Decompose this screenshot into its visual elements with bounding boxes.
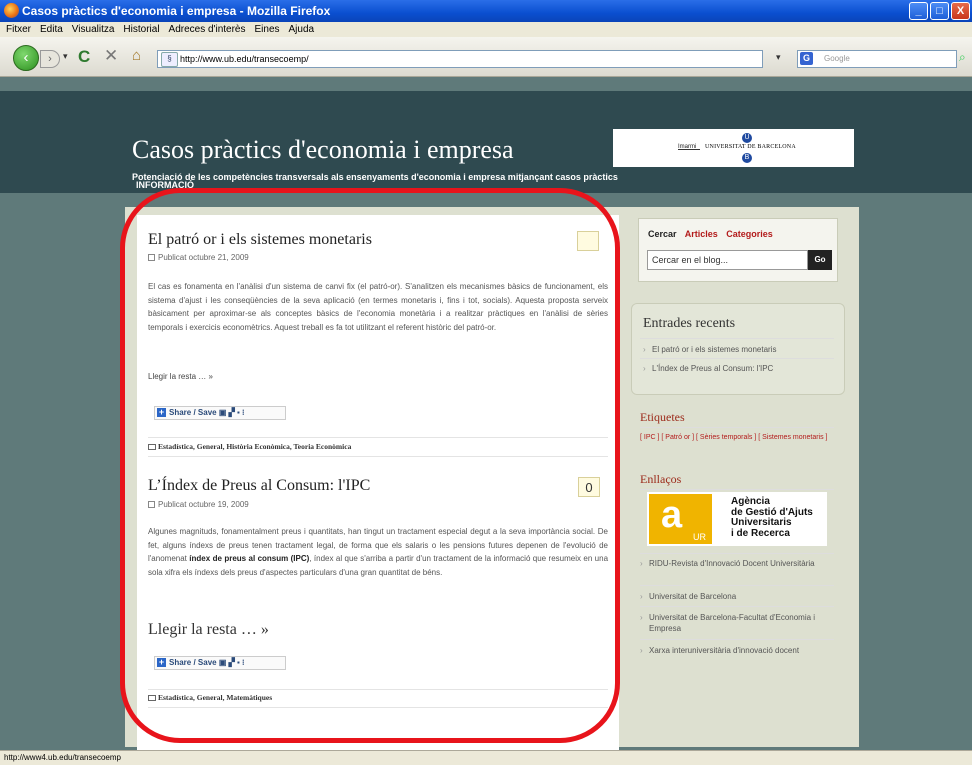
menu-fitxer[interactable]: Fitxer: [4, 22, 38, 37]
firefox-icon: [4, 3, 19, 18]
blog-search-go-button[interactable]: Go: [808, 250, 832, 270]
share-save-button[interactable]: Share / Save ▣ ▞ ▪ ⁝: [154, 656, 286, 670]
forward-button[interactable]: ›: [40, 50, 60, 68]
agaur-logo-urs: UR: [693, 532, 706, 542]
minimize-button[interactable]: _: [909, 2, 928, 20]
tag-cloud[interactable]: [ IPC ] [ Patró or ] [ Sèries temporals …: [640, 433, 830, 442]
site-tagline: Potenciació de les competències transver…: [132, 172, 618, 182]
navigation-toolbar: ‹ › ▾ C ✕ ⌂ § http://www.ub.edu/transeco…: [0, 37, 972, 77]
window-title: Casos pràctics d'economia i empresa - Mo…: [22, 4, 331, 18]
share-label: Share / Save: [169, 658, 217, 667]
url-bar[interactable]: § http://www.ub.edu/transecoemp/ ☆: [157, 50, 919, 68]
menu-bar: Fitxer Edita Visualitza Historial Adrece…: [0, 22, 972, 37]
search-go-icon[interactable]: ⌕: [959, 50, 966, 65]
search-tabs: Cercar Articles Categories: [648, 229, 779, 239]
university-logo[interactable]: Imarmi UNIVERSITAT DE BARCELONA U B: [613, 129, 854, 167]
site-title[interactable]: Casos pràctics d'economia i empresa: [132, 135, 514, 165]
back-button[interactable]: ‹: [13, 45, 39, 71]
logo-text: UNIVERSITAT DE BARCELONA: [705, 144, 796, 150]
read-more-link[interactable]: Llegir la resta … »: [148, 621, 269, 639]
comments-count[interactable]: 0: [578, 477, 600, 497]
share-icons: ▣ ▞ ▪ ⁝: [218, 408, 245, 417]
search-input[interactable]: G Google: [797, 50, 957, 68]
share-save-button[interactable]: Share / Save ▣ ▞ ▪ ⁝: [154, 406, 286, 420]
agaur-logo-text: Agència de Gestió d'Ajuts Universitaris …: [731, 496, 813, 539]
share-label: Share / Save: [169, 408, 217, 417]
agaur-logo-icon: a UR: [649, 494, 712, 544]
menu-visualitza[interactable]: Visualitza: [70, 22, 122, 37]
sidebar-divider: [640, 427, 834, 428]
link-ub-facultat[interactable]: Universitat de Barcelona-Facultat d'Econ…: [640, 612, 829, 634]
tab-categories[interactable]: Categories: [726, 229, 773, 239]
agaur-line: i de Recerca: [731, 527, 790, 539]
sidebar-divider: [640, 606, 834, 607]
post-title[interactable]: El patró or i els sistemes monetaris: [148, 231, 372, 249]
logo-mark: Imarmi: [678, 144, 700, 150]
menu-ajuda[interactable]: Ajuda: [287, 22, 322, 37]
status-bar: http://www4.ub.edu/transecoemp: [0, 750, 972, 765]
menu-adreces[interactable]: Adreces d'interès: [167, 22, 253, 37]
post-excerpt: El cas es fonamenta en l'anàlisi d'un si…: [148, 282, 608, 332]
link-ub[interactable]: Universitat de Barcelona: [640, 591, 829, 602]
post-divider: [148, 689, 608, 690]
comments-count[interactable]: 0: [577, 231, 599, 251]
logo-u-icon: U: [742, 133, 752, 143]
history-dropdown-icon[interactable]: ▾: [63, 51, 68, 62]
sidebar-divider: [640, 585, 834, 586]
excerpt-bold: índex de preus al consum (IPC): [189, 554, 310, 564]
tags-heading: Etiquetes: [640, 410, 685, 424]
post-categories[interactable]: Estadística, General, Història Econòmica…: [148, 442, 351, 451]
share-icons: ▣ ▞ ▪ ⁝: [218, 658, 245, 667]
menu-eines[interactable]: Eines: [253, 22, 287, 37]
post-divider: [148, 437, 608, 438]
recent-posts-heading: Entrades recents: [643, 316, 736, 331]
post-title[interactable]: L’Índex de Preus al Consum: l'IPC: [148, 477, 370, 495]
google-icon[interactable]: G: [800, 52, 813, 65]
url-dropdown-icon[interactable]: ▾: [776, 52, 781, 63]
post-excerpt: Algunes magnituds, fonamentalment preus …: [148, 525, 608, 579]
recent-post-link[interactable]: L'Índex de Preus al Consum: l'IPC: [643, 363, 773, 374]
site-header: Casos pràctics d'economia i empresa Pote…: [0, 91, 972, 193]
menu-historial[interactable]: Historial: [121, 22, 166, 37]
menu-edita[interactable]: Edita: [38, 22, 70, 37]
link-ridu[interactable]: RIDU-Revista d'Innovació Docent Universi…: [640, 558, 829, 569]
links-heading: Enllaços: [640, 472, 682, 486]
post-date: Publicat octubre 21, 2009: [148, 253, 249, 262]
close-button[interactable]: X: [951, 2, 970, 20]
sidebar-divider: [640, 553, 834, 554]
maximize-button[interactable]: □: [930, 2, 949, 20]
home-icon[interactable]: ⌂: [132, 47, 141, 64]
post-categories[interactable]: Estadística, General, Matemàtiques: [148, 693, 272, 702]
post-date: Publicat octubre 19, 2009: [148, 500, 249, 509]
stop-icon[interactable]: ✕: [104, 46, 118, 66]
window-titlebar: Casos pràctics d'economia i empresa - Mo…: [0, 0, 972, 22]
link-xarxa[interactable]: Xarxa interuniversitària d'innovació doc…: [640, 645, 843, 656]
tab-cercar[interactable]: Cercar: [648, 229, 677, 239]
sidebar-divider: [640, 639, 834, 640]
logo-b-icon: B: [742, 153, 752, 163]
search-placeholder: Google: [824, 54, 850, 63]
bookmarks-strip: [0, 78, 972, 91]
agaur-line: Agència: [731, 496, 770, 507]
url-text: http://www.ub.edu/transecoemp/: [180, 54, 309, 64]
nav-informacio[interactable]: INFORMACIÓ: [136, 180, 194, 190]
agaur-logo-link[interactable]: a UR Agència de Gestió d'Ajuts Universit…: [647, 492, 827, 546]
reload-icon[interactable]: C: [78, 47, 90, 67]
blog-search-input[interactable]: Cercar en el blog...: [647, 250, 808, 270]
post-divider: [148, 707, 608, 708]
recent-post-link[interactable]: El patró or i els sistemes monetaris: [643, 344, 777, 355]
tab-articles[interactable]: Articles: [685, 229, 718, 239]
window-controls: _ □ X: [909, 2, 970, 20]
agaur-line: Universitaris: [731, 517, 792, 528]
sidebar-divider: [640, 358, 834, 359]
read-more-link[interactable]: Llegir la resta … »: [148, 372, 213, 381]
sidebar-divider: [640, 489, 834, 490]
site-identity-icon[interactable]: §: [161, 52, 178, 67]
post-divider: [148, 456, 608, 457]
agaur-logo-letter: a: [661, 494, 683, 536]
sidebar-divider: [640, 338, 834, 339]
